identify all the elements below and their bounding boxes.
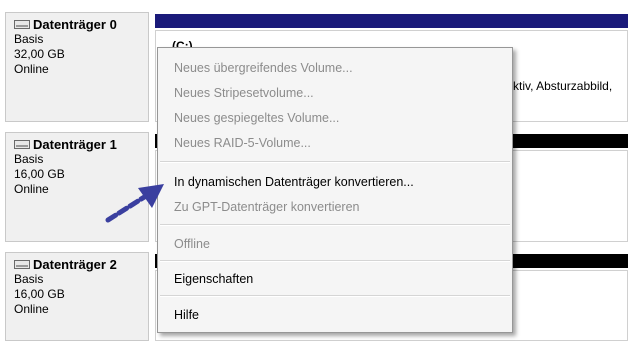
menu-item-new-mirrored-volume[interactable]: Neues gespiegeltes Volume... — [174, 110, 339, 126]
menu-item-convert-to-gpt[interactable]: Zu GPT-Datenträger konvertieren — [174, 199, 360, 215]
disk-2-label[interactable]: Datenträger 2 Basis 16,00 GB Online — [5, 252, 149, 341]
menu-item-help[interactable]: Hilfe — [174, 307, 199, 323]
disk-drive-icon — [14, 140, 30, 149]
disk-1-type: Basis — [14, 152, 44, 166]
disk-drive-icon — [14, 260, 30, 269]
disk-1-title-row: Datenträger 1 — [14, 137, 144, 152]
disk-0-size: 32,00 GB — [14, 47, 65, 61]
menu-item-new-raid5-volume[interactable]: Neues RAID-5-Volume... — [174, 135, 311, 151]
menu-separator — [160, 161, 510, 163]
menu-separator — [160, 260, 510, 262]
disk-0-status: Online — [14, 62, 49, 76]
disk-1-title: Datenträger 1 — [33, 137, 117, 152]
disk-list-column: Datenträger 0 Basis 32,00 GB Online Date… — [0, 0, 153, 341]
disk-2-title: Datenträger 2 — [33, 257, 117, 272]
disk-2-type: Basis — [14, 272, 44, 286]
disk-drive-icon — [14, 20, 30, 29]
menu-separator — [160, 295, 510, 297]
disk-0-title-row: Datenträger 0 — [14, 17, 144, 32]
disk-0-label[interactable]: Datenträger 0 Basis 32,00 GB Online — [5, 12, 149, 122]
disk-2-title-row: Datenträger 2 — [14, 257, 144, 272]
annotation-arrow-icon — [105, 184, 164, 223]
menu-item-convert-to-dynamic[interactable]: In dynamischen Datenträger konvertieren.… — [174, 174, 414, 190]
volume-0-header-bar — [155, 14, 628, 28]
menu-separator — [160, 224, 510, 226]
menu-item-properties[interactable]: Eigenschaften — [174, 271, 253, 287]
volume-0-status-text: ktiv, Absturzabbild, — [513, 79, 613, 93]
disk-2-size: 16,00 GB — [14, 287, 65, 301]
disk-2-status: Online — [14, 302, 49, 316]
menu-item-new-striped-volume[interactable]: Neues Stripesetvolume... — [174, 85, 314, 101]
menu-item-new-spanned-volume[interactable]: Neues übergreifendes Volume... — [174, 60, 353, 76]
disk-0-title: Datenträger 0 — [33, 17, 117, 32]
context-menu: Neues übergreifendes Volume... Neues Str… — [157, 47, 513, 333]
disk-0-type: Basis — [14, 32, 44, 46]
menu-item-offline[interactable]: Offline — [174, 236, 210, 252]
